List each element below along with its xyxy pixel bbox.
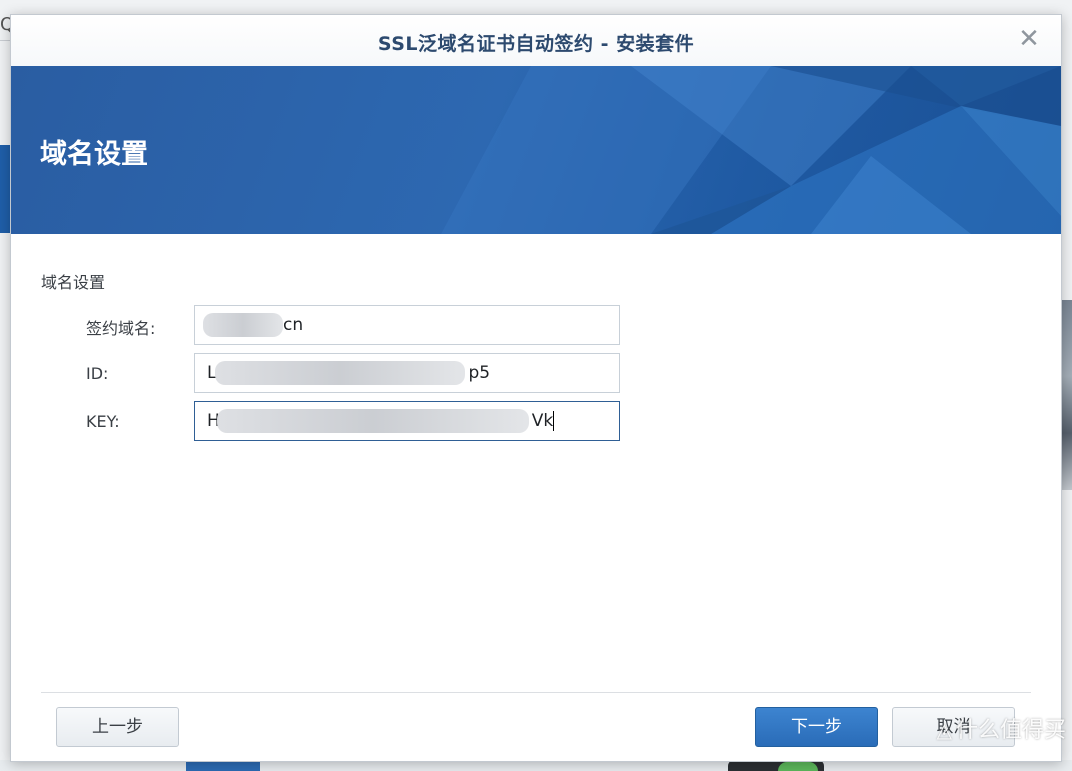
next-step-button[interactable]: 下一步 [755, 707, 878, 747]
background-search-icon: Q [0, 14, 10, 35]
id-input[interactable]: Lp5 [194, 353, 620, 393]
smzdm-logo-icon: ◬ [936, 718, 952, 742]
dialog-titlebar[interactable]: SSL泛域名证书自动签约 - 安装套件 ✕ [11, 15, 1061, 66]
footer-divider [41, 692, 1031, 693]
section-title: 域名设置 [41, 273, 106, 292]
id-input-suffix: p5 [468, 363, 491, 383]
domain-input-value: cn [283, 315, 304, 335]
close-icon[interactable]: ✕ [1015, 25, 1043, 53]
domain-label: 签约域名: [86, 319, 156, 338]
dialog-title: SSL泛域名证书自动签约 - 安装套件 [377, 33, 695, 55]
banner-heading: 域名设置 [40, 139, 148, 170]
background-window-strip [0, 145, 10, 233]
redaction-blur [203, 313, 283, 337]
background-divider [0, 40, 10, 41]
text-cursor [553, 411, 555, 431]
redaction-blur [217, 409, 529, 433]
domain-input[interactable]: cn [194, 305, 620, 345]
key-input[interactable]: H Vk [194, 401, 620, 441]
redaction-blur [215, 361, 465, 385]
key-input-suffix: Vk [531, 411, 554, 431]
install-wizard-dialog: SSL泛域名证书自动签约 - 安装套件 ✕ 域名设置 域名设置 签约域名: cn… [10, 14, 1062, 762]
banner-geometric-pattern [441, 66, 1061, 234]
id-label: ID: [86, 364, 109, 383]
key-label: KEY: [86, 412, 120, 431]
wizard-banner: 域名设置 [11, 66, 1061, 234]
watermark-text: 什么值得买 [955, 718, 1066, 743]
watermark: ◬ 什么值得买 [937, 712, 1066, 744]
previous-step-button[interactable]: 上一步 [56, 707, 179, 747]
background-app-icon-green [778, 762, 818, 771]
